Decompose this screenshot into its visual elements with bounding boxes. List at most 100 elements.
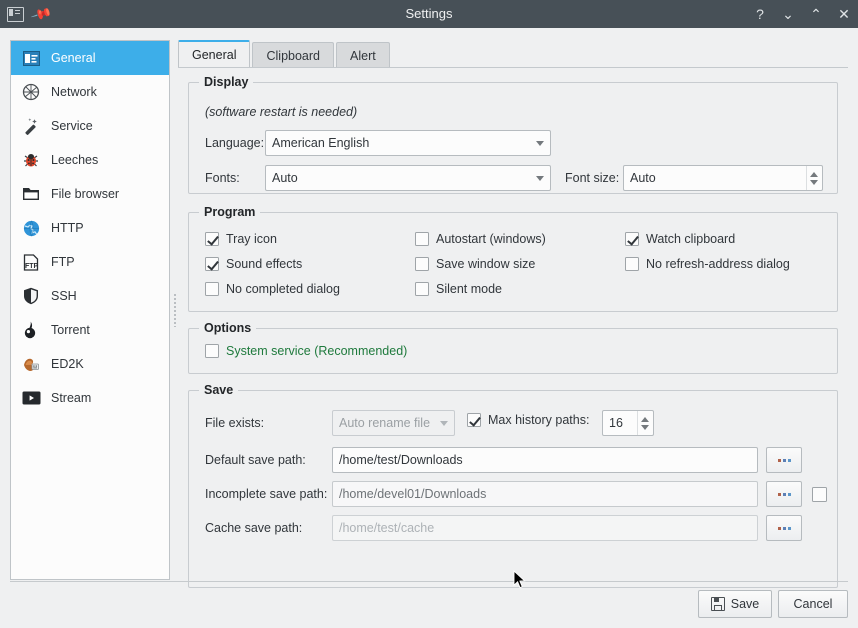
checkbox-incomplete-save-path-enable[interactable] bbox=[812, 487, 827, 502]
tab-general[interactable]: General bbox=[178, 40, 250, 68]
checkbox-silent-mode[interactable]: Silent mode bbox=[415, 282, 502, 296]
sidebar-item-label: File browser bbox=[51, 187, 119, 201]
font-size-spinbox[interactable]: Auto bbox=[623, 165, 823, 191]
default-save-path-browse-button[interactable] bbox=[766, 447, 802, 473]
shield-icon bbox=[21, 286, 41, 306]
checkbox-no-refresh-address-dialog[interactable]: No refresh-address dialog bbox=[625, 257, 790, 271]
cache-save-path-label: Cache save path: bbox=[205, 521, 302, 535]
sidebar-item-service[interactable]: Service bbox=[11, 109, 169, 143]
checkbox-box[interactable] bbox=[205, 232, 219, 246]
sidebar-item-network[interactable]: Network bbox=[11, 75, 169, 109]
max-history-value: 16 bbox=[609, 416, 637, 430]
checkbox-box[interactable] bbox=[467, 413, 481, 427]
checkbox-box[interactable] bbox=[625, 232, 639, 246]
checkbox-box[interactable] bbox=[205, 344, 219, 358]
tab-clipboard[interactable]: Clipboard bbox=[252, 42, 334, 68]
checkbox-autostart-windows[interactable]: Autostart (windows) bbox=[415, 232, 546, 246]
fonts-label: Fonts: bbox=[205, 171, 240, 185]
sidebar-item-ssh[interactable]: SSH bbox=[11, 279, 169, 313]
maximize-button[interactable]: ⌃ bbox=[810, 7, 822, 21]
font-size-label: Font size: bbox=[565, 171, 619, 185]
file-exists-label: File exists: bbox=[205, 416, 264, 430]
folder-icon bbox=[21, 184, 41, 204]
settings-category-list[interactable]: General Network Service bbox=[10, 40, 170, 580]
save-button-label: Save bbox=[731, 597, 760, 611]
incomplete-save-path-browse-button[interactable] bbox=[766, 481, 802, 507]
checkbox-no-completed-dialog[interactable]: No completed dialog bbox=[205, 282, 340, 296]
mouse-cursor bbox=[513, 570, 527, 590]
tab-bar: General Clipboard Alert bbox=[178, 40, 390, 68]
footer-divider bbox=[10, 581, 848, 582]
service-icon bbox=[21, 116, 41, 136]
checkbox-tray-icon[interactable]: Tray icon bbox=[205, 232, 277, 246]
ed2k-icon bbox=[21, 354, 41, 374]
dot bbox=[783, 459, 786, 462]
sidebar-item-leeches[interactable]: Leeches bbox=[11, 143, 169, 177]
fonts-value: Auto bbox=[272, 171, 530, 185]
options-group: Options System service (Recommended) bbox=[188, 328, 838, 374]
sidebar-item-label: ED2K bbox=[51, 357, 84, 371]
network-icon bbox=[21, 82, 41, 102]
stepper-down-icon[interactable] bbox=[641, 425, 649, 430]
sidebar-item-torrent[interactable]: Torrent bbox=[11, 313, 169, 347]
checkbox-label: No refresh-address dialog bbox=[646, 257, 790, 271]
checkbox-box[interactable] bbox=[205, 282, 219, 296]
checkbox-max-history-paths[interactable]: Max history paths: bbox=[467, 413, 589, 427]
cache-save-path-browse-button[interactable] bbox=[766, 515, 802, 541]
sidebar-item-stream[interactable]: Stream bbox=[11, 381, 169, 415]
checkbox-system-service[interactable]: System service (Recommended) bbox=[205, 344, 407, 358]
sidebar-item-label: Stream bbox=[51, 391, 91, 405]
dot bbox=[788, 527, 791, 530]
stepper-down-icon[interactable] bbox=[810, 180, 818, 185]
help-button[interactable]: ? bbox=[754, 7, 766, 21]
sidebar-item-label: FTP bbox=[51, 255, 75, 269]
sidebar-item-label: Torrent bbox=[51, 323, 90, 337]
stream-play-icon bbox=[21, 388, 41, 408]
close-button[interactable]: ✕ bbox=[838, 7, 850, 21]
sidebar-item-ftp[interactable]: FTP FTP bbox=[11, 245, 169, 279]
checkbox-box[interactable] bbox=[625, 257, 639, 271]
window-title: Settings bbox=[0, 0, 858, 28]
file-exists-combobox[interactable]: Auto rename file bbox=[332, 410, 455, 436]
save-group: Save File exists: Auto rename file Max h… bbox=[188, 390, 838, 588]
default-save-path-input[interactable]: /home/test/Downloads bbox=[332, 447, 758, 473]
stepper-up-icon[interactable] bbox=[641, 417, 649, 422]
checkbox-save-window-size[interactable]: Save window size bbox=[415, 257, 535, 271]
title-bar: 📌 Settings ? ⌄ ⌃ ✕ bbox=[0, 0, 858, 28]
cache-save-path-input[interactable]: /home/test/cache bbox=[332, 515, 758, 541]
checkbox-watch-clipboard[interactable]: Watch clipboard bbox=[625, 232, 735, 246]
program-group: Program Tray icon Sound effects No compl… bbox=[188, 212, 838, 312]
checkbox-sound-effects[interactable]: Sound effects bbox=[205, 257, 302, 271]
sidebar-item-label: SSH bbox=[51, 289, 77, 303]
sidebar-item-general[interactable]: General bbox=[11, 41, 169, 75]
display-group: Display (software restart is needed) Lan… bbox=[188, 82, 838, 194]
save-button[interactable]: Save bbox=[698, 590, 772, 618]
cancel-button[interactable]: Cancel bbox=[778, 590, 848, 618]
sidebar-item-http[interactable]: HTTP bbox=[11, 211, 169, 245]
sidebar-item-ed2k[interactable]: ED2K bbox=[11, 347, 169, 381]
max-history-stepper[interactable] bbox=[637, 411, 651, 435]
sidebar-item-label: General bbox=[51, 51, 95, 65]
max-history-paths-spinbox[interactable]: 16 bbox=[602, 410, 654, 436]
dot bbox=[783, 493, 786, 496]
font-size-stepper[interactable] bbox=[806, 166, 820, 190]
language-combobox[interactable]: American English bbox=[265, 130, 551, 156]
checkbox-box[interactable] bbox=[415, 232, 429, 246]
checkbox-label: Sound effects bbox=[226, 257, 302, 271]
checkbox-box[interactable] bbox=[415, 282, 429, 296]
program-group-title: Program bbox=[199, 205, 260, 219]
incomplete-save-path-input[interactable]: /home/devel01/Downloads bbox=[332, 481, 758, 507]
chevron-down-icon bbox=[440, 421, 448, 426]
svg-text:FTP: FTP bbox=[25, 263, 39, 270]
dot bbox=[778, 527, 781, 530]
stepper-up-icon[interactable] bbox=[810, 172, 818, 177]
checkbox-box[interactable] bbox=[205, 257, 219, 271]
checkbox-label: System service (Recommended) bbox=[226, 344, 407, 358]
sidebar-item-file-browser[interactable]: File browser bbox=[11, 177, 169, 211]
tab-alert[interactable]: Alert bbox=[336, 42, 390, 68]
fonts-combobox[interactable]: Auto bbox=[265, 165, 551, 191]
checkbox-box[interactable] bbox=[415, 257, 429, 271]
ftp-icon: FTP bbox=[21, 252, 41, 272]
minimize-button[interactable]: ⌄ bbox=[782, 7, 794, 21]
save-group-title: Save bbox=[199, 383, 238, 397]
